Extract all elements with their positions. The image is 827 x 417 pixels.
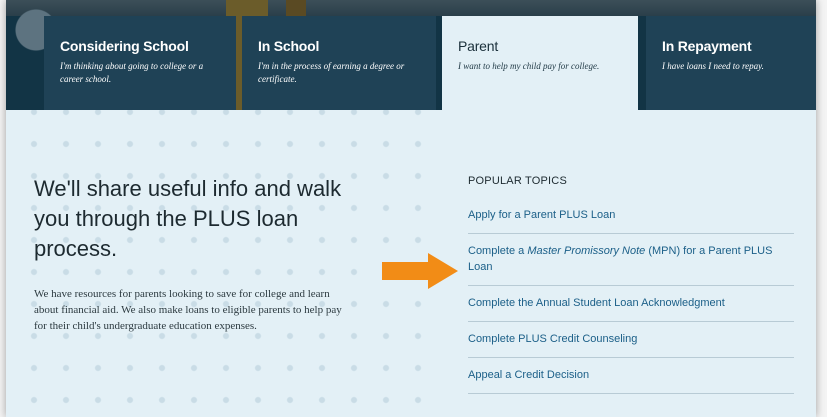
tab-description: I have loans I need to repay. [662, 61, 764, 71]
topic-plus-credit-counseling[interactable]: Complete PLUS Credit Counseling [468, 322, 794, 358]
tab-description: I'm thinking about going to college or a… [60, 61, 204, 84]
tab-title: In Repayment [662, 38, 752, 54]
tab-title: In School [258, 38, 320, 54]
intro-paragraph: We have resources for parents looking to… [34, 288, 342, 332]
tab-description: I'm in the process of earning a degree o… [258, 61, 405, 84]
tab-title: Considering School [60, 38, 189, 54]
topic-mpn-emphasis: Master Promissory Note [527, 245, 646, 257]
page-frame: Considering School I'm thinking about go… [6, 0, 816, 417]
topic-apply-parent-plus[interactable]: Apply for a Parent PLUS Loan [468, 207, 794, 234]
page-headline: We'll share useful info and walk you thr… [34, 176, 342, 261]
arrow-right-icon [382, 253, 458, 289]
popular-topics: POPULAR TOPICS Apply for a Parent PLUS L… [468, 175, 794, 394]
topic-annual-acknowledgment[interactable]: Complete the Annual Student Loan Acknowl… [468, 286, 794, 322]
tab-parent[interactable]: Parent I want to help my child pay for c… [442, 16, 638, 112]
tab-in-school[interactable]: In School I'm in the process of earning … [242, 16, 436, 110]
tab-in-repayment[interactable]: In Repayment I have loans I need to repa… [646, 16, 816, 110]
tab-description: I want to help my child pay for college. [458, 61, 600, 71]
topic-mpn-prefix: Complete a [468, 245, 528, 257]
audience-tab-bar: Considering School I'm thinking about go… [6, 0, 816, 112]
tab-title: Parent [458, 38, 499, 54]
topic-complete-mpn[interactable]: Complete a Master Promissory Note (MPN) … [468, 234, 794, 286]
tab-considering-school[interactable]: Considering School I'm thinking about go… [44, 16, 236, 110]
popular-topics-heading: POPULAR TOPICS [468, 175, 567, 187]
topic-appeal-credit-decision[interactable]: Appeal a Credit Decision [468, 358, 794, 394]
